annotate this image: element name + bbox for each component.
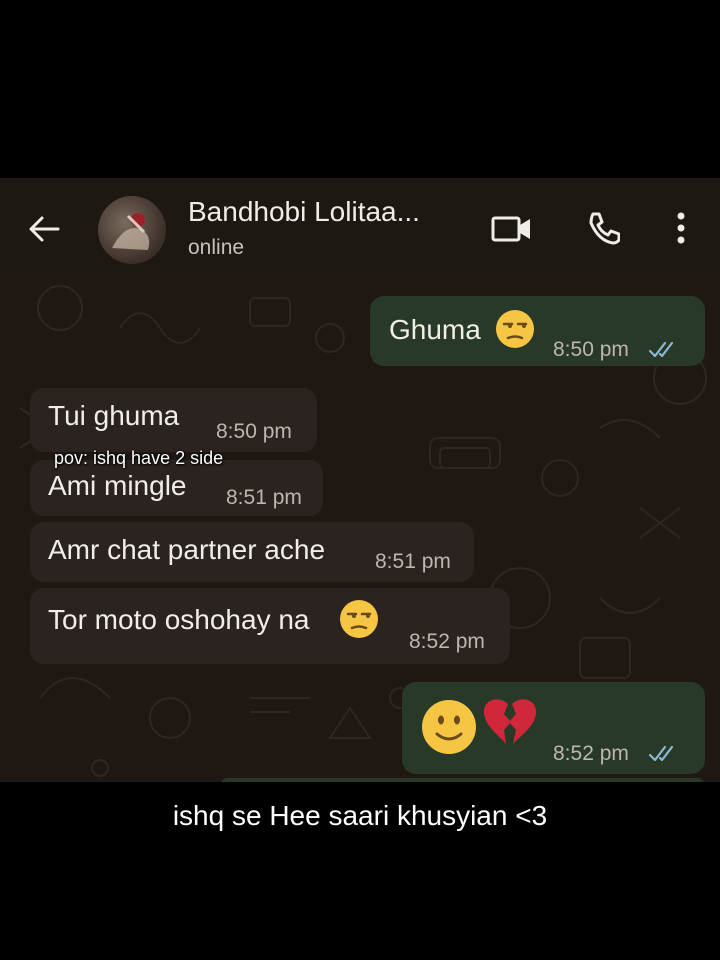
read-ticks-icon	[648, 745, 674, 762]
message-time: 8:50 pm	[553, 338, 629, 361]
unamused-face-emoji-icon	[340, 600, 378, 638]
contact-status: online	[188, 236, 245, 259]
message-incoming[interactable]: Tui ghuma 8:50 pm	[30, 388, 317, 452]
message-outgoing[interactable]: 8:52 pm	[402, 682, 705, 774]
message-time: 8:50 pm	[216, 420, 292, 443]
message-incoming[interactable]: Tor moto oshohay na 8:52 pm	[30, 588, 510, 664]
video-overlay-text: pov: ishq have 2 side	[54, 448, 224, 468]
unamused-face-emoji-icon	[496, 310, 534, 348]
message-text: Amr chat partner ache	[48, 534, 326, 565]
message-time: 8:51 pm	[226, 486, 302, 509]
message-time: 8:51 pm	[375, 550, 451, 573]
video-caption: ishq se Hee saari khusyian <3	[172, 800, 548, 831]
next-message-peek	[220, 778, 705, 782]
slightly-smiling-face-emoji-icon	[422, 700, 476, 754]
voice-call-icon[interactable]	[584, 210, 620, 246]
chat-header: Bandhobi Lolitaa... online	[0, 178, 720, 278]
message-time: 8:52 pm	[553, 742, 629, 765]
contact-name[interactable]: Bandhobi Lolitaa...	[188, 196, 420, 228]
read-ticks-icon	[648, 341, 674, 358]
message-text: Ghuma	[389, 314, 481, 345]
message-text: Tor moto oshohay na	[48, 604, 310, 635]
more-options-icon[interactable]	[674, 210, 688, 246]
avatar-image	[112, 213, 150, 250]
message-text: Tui ghuma	[48, 400, 180, 431]
contact-avatar[interactable]	[98, 196, 166, 264]
broken-heart-emoji-icon	[484, 699, 536, 744]
video-call-icon[interactable]	[490, 214, 534, 244]
back-arrow-icon[interactable]	[26, 214, 62, 244]
message-outgoing[interactable]: Ghuma 8:50 pm	[370, 296, 705, 366]
message-incoming[interactable]: Amr chat partner ache 8:51 pm	[30, 522, 474, 582]
message-time: 8:52 pm	[409, 630, 485, 653]
chat-screen: Bandhobi Lolitaa... online Ghuma 8:50 pm	[0, 178, 720, 782]
message-text: Ami mingle	[48, 470, 187, 501]
